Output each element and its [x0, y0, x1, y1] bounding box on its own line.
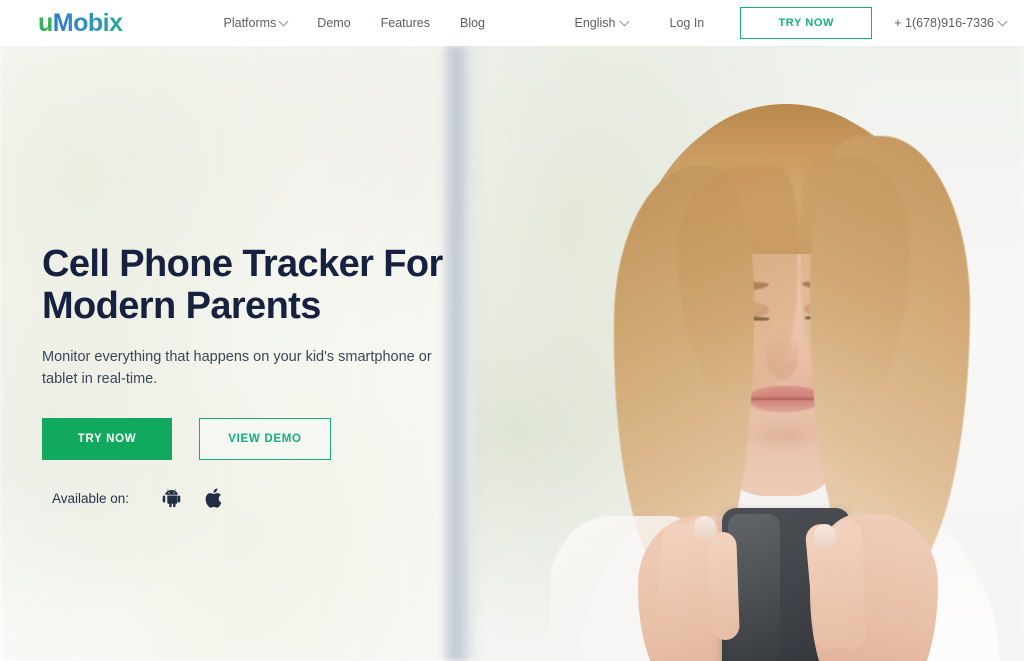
hero-title: Cell Phone Tracker For Modern Parents: [42, 243, 443, 327]
hero-subtitle: Monitor everything that happens on your …: [42, 349, 432, 387]
nav-item-features[interactable]: Features: [381, 16, 430, 30]
login-link[interactable]: Log In: [670, 16, 705, 30]
hero-photo-woman-with-phone: [510, 46, 1024, 661]
nav-item-features-label: Features: [380, 16, 430, 30]
fingernail-left: [694, 516, 716, 540]
language-selector[interactable]: English: [574, 16, 629, 30]
android-icon[interactable]: [161, 488, 182, 509]
logo[interactable]: uMobix: [38, 8, 123, 37]
chin-shadow: [742, 418, 828, 452]
hero-content: Cell Phone Tracker For Modern Parents Mo…: [42, 243, 492, 509]
phone-number-label: + 1(678)916-7336: [894, 16, 994, 30]
nav-item-platforms-label: Platforms: [223, 16, 277, 30]
nav-item-blog-label: Blog: [459, 16, 486, 30]
lip-line: [751, 398, 819, 400]
hero-try-now-button[interactable]: TRY NOW: [42, 418, 172, 460]
site-header: uMobix Platforms Demo Features Blog Engl…: [0, 0, 1024, 46]
nav-item-demo[interactable]: Demo: [317, 16, 350, 30]
phone-number-selector[interactable]: + 1(678)916-7336: [894, 16, 1008, 30]
finger-right-2: [831, 519, 867, 651]
primary-nav: Platforms Demo Features Blog: [224, 16, 486, 30]
available-on-label: Available on:: [52, 490, 130, 506]
nav-item-blog[interactable]: Blog: [460, 16, 485, 30]
hero-section: Cell Phone Tracker For Modern Parents Mo…: [0, 46, 1024, 661]
hero-view-demo-button[interactable]: VIEW DEMO: [199, 418, 331, 460]
header-try-now-button[interactable]: TRY NOW: [740, 7, 873, 39]
chevron-down-icon: [619, 16, 629, 26]
logo-prefix: u: [38, 8, 53, 37]
hero-cta-group: TRY NOW VIEW DEMO: [42, 418, 492, 460]
nav-item-demo-label: Demo: [317, 16, 351, 30]
header-actions: English Log In TRY NOW + 1(678)916-7336: [574, 7, 1008, 39]
language-selector-label: English: [574, 16, 616, 30]
available-on-row: Available on:: [42, 487, 492, 509]
logo-wordmark: Mobix: [52, 8, 123, 37]
fingernail-right: [814, 524, 836, 548]
apple-icon[interactable]: [204, 487, 223, 509]
page-root: uMobix Platforms Demo Features Blog Engl…: [0, 0, 1024, 661]
nav-item-platforms[interactable]: Platforms: [223, 16, 289, 30]
chevron-down-icon: [997, 16, 1008, 26]
finger-left-3: [708, 531, 740, 641]
chevron-down-icon: [278, 16, 289, 26]
